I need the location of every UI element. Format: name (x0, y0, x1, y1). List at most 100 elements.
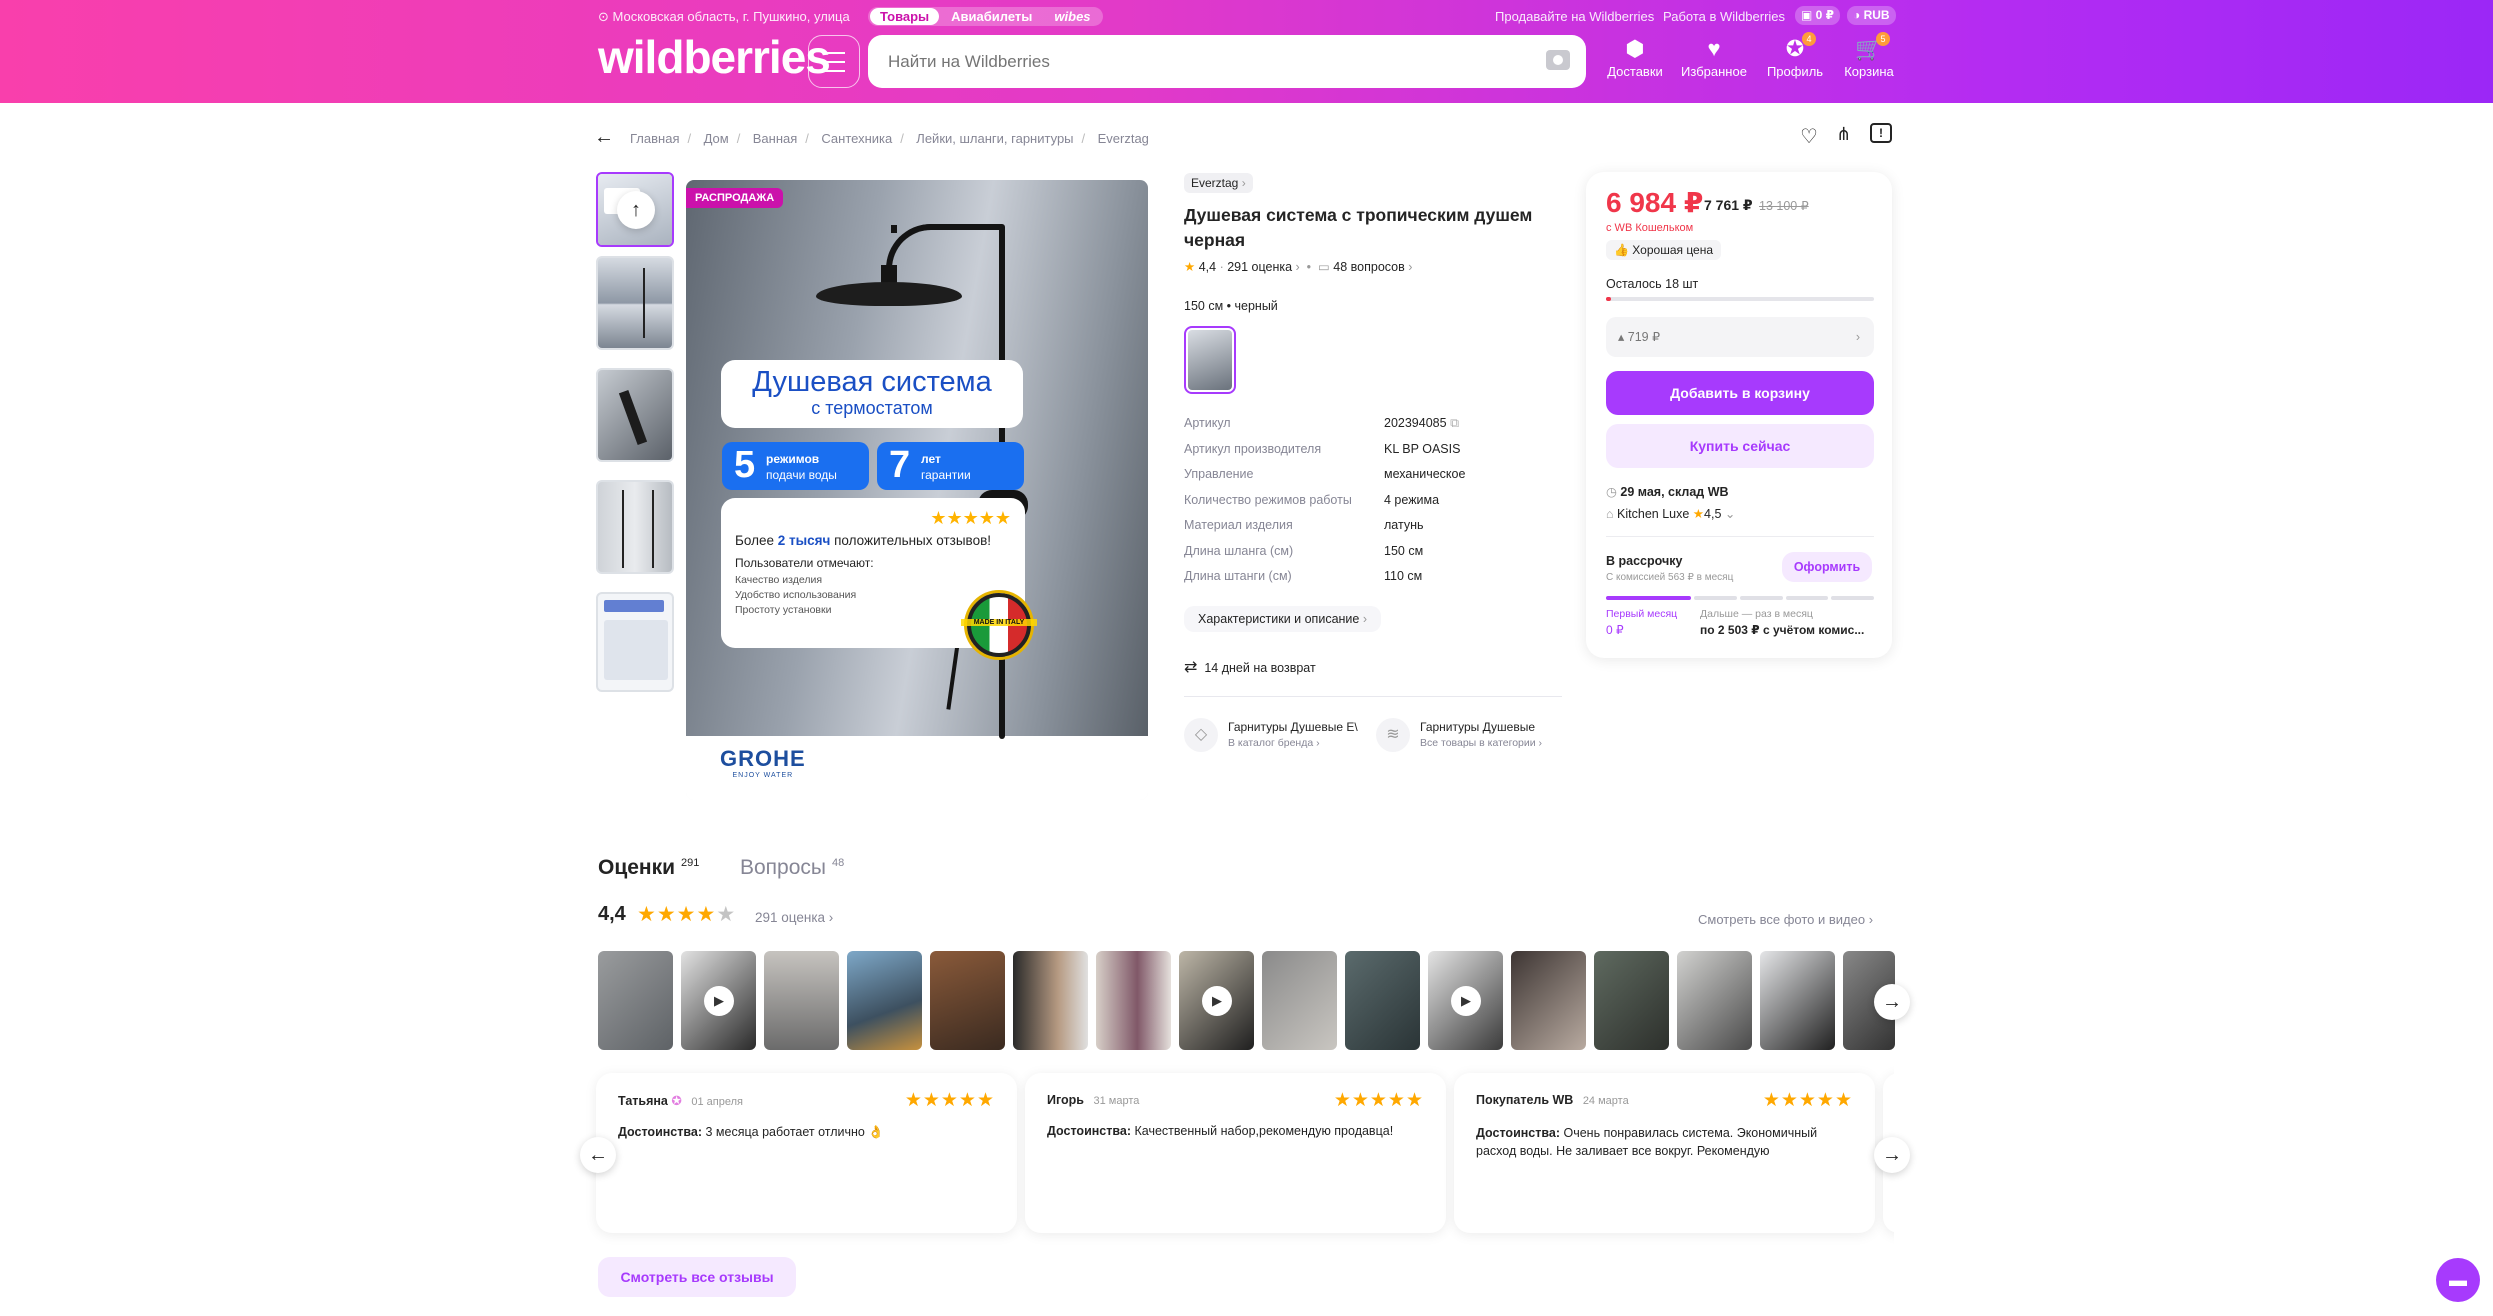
tab-reviews[interactable]: Оценки 291 (598, 856, 699, 880)
balance-badge[interactable]: ▣ 0 ₽ (1795, 6, 1841, 25)
cart-icon: 🛒 5 (1854, 32, 1890, 64)
nav-cart[interactable]: 🛒 5 Корзина (1834, 32, 1904, 79)
buy-now-button[interactable]: Купить сейчас (1606, 424, 1874, 468)
breadcrumb-item[interactable]: Ванная (753, 131, 798, 146)
reviews-prev-arrow-icon[interactable]: ← (580, 1137, 616, 1173)
spec-row: Артикул производителя KL BP OASIS (1184, 441, 1461, 456)
tab-wibes[interactable]: wibes (1044, 8, 1100, 25)
show-all-reviews-button[interactable]: Смотреть все отзывы (598, 1257, 796, 1297)
sell-link[interactable]: Продавайте на Wildberries (1495, 9, 1654, 24)
all-photos-link[interactable]: Смотреть все фото и видео › (1698, 912, 1873, 927)
review-photo[interactable] (930, 951, 1005, 1050)
variant-swatch[interactable] (1184, 326, 1236, 394)
thumbnail-5[interactable] (596, 592, 674, 692)
review-photo[interactable] (598, 951, 673, 1050)
review-card[interactable]: Игорь 31 марта ★★★★★ Достоинства: Качест… (1025, 1073, 1446, 1233)
reviews-next-arrow-icon[interactable]: → (1874, 1137, 1910, 1173)
review-stars-icon: ★★★★★ (904, 1090, 995, 1111)
spec-row: Длина штанги (см) 110 см (1184, 569, 1423, 583)
review-photo[interactable] (1760, 951, 1835, 1050)
category-link[interactable]: ≋ Гарнитуры Душевые Все товары в категор… (1376, 716, 1566, 752)
return-policy[interactable]: ⇄ 14 дней на возврат (1184, 657, 1316, 677)
cart-badge: 5 (1876, 32, 1890, 46)
chevron-right-icon: › (1362, 612, 1368, 626)
jobs-link[interactable]: Работа в Wildberries (1663, 9, 1785, 24)
search-input[interactable] (868, 35, 1468, 88)
nav-deliveries[interactable]: ⬢ Доставки (1600, 34, 1670, 79)
menu-button[interactable] (808, 35, 860, 88)
review-video[interactable]: ▶ (681, 951, 756, 1050)
play-icon: ▶ (704, 986, 734, 1016)
review-photo[interactable] (1594, 951, 1669, 1050)
verified-icon: ✪ (671, 1094, 682, 1108)
delivery-info: ◷ 29 мая, склад WB (1606, 485, 1729, 499)
rating-row[interactable]: ★ 4,4 · 291 оценка › • ▭ 48 вопросов › (1184, 259, 1412, 274)
review-photo[interactable] (1677, 951, 1752, 1050)
stock-bar-fill (1606, 297, 1612, 301)
thumbnail-4[interactable] (596, 480, 674, 574)
clock-icon: ◷ (1606, 485, 1621, 499)
camera-search-icon[interactable] (1546, 50, 1570, 70)
thumbnail-2[interactable] (596, 256, 674, 350)
shop-icon: ⌂ (1606, 507, 1618, 521)
brand-catalog-link[interactable]: ◇ Гарнитуры Душевые E\ В каталог бренда … (1184, 716, 1374, 752)
review-card[interactable]: Татьяна ✪ 01 апреля ★★★★★ Достоинства: 3… (596, 1073, 1017, 1233)
nav-favorites[interactable]: ♥ Избранное (1678, 34, 1750, 79)
brand-chip[interactable]: Everztag › (1184, 173, 1253, 193)
review-video[interactable]: ▶ (1179, 951, 1254, 1050)
tab-goods[interactable]: Товары (870, 8, 940, 25)
specs-button[interactable]: Характеристики и описание › (1184, 606, 1382, 632)
review-photo[interactable] (1262, 951, 1337, 1050)
installment-select[interactable]: ▴ 719 ₽ › (1606, 317, 1874, 357)
copy-icon[interactable]: ⧉ (1450, 416, 1459, 430)
first-month-label: Первый месяц (1606, 608, 1678, 620)
spec-row: Материал изделия латунь (1184, 518, 1424, 532)
review-photo[interactable] (1345, 951, 1420, 1050)
review-photo[interactable] (764, 951, 839, 1050)
nav-profile[interactable]: ✪ 4 Профиль (1760, 32, 1830, 79)
thumbnail-1[interactable]: ↑ (596, 172, 674, 247)
sale-badge: РАСПРОДАЖА (686, 188, 784, 208)
currency-selector[interactable]: ◑ RUB (1847, 6, 1896, 25)
review-photo[interactable] (847, 951, 922, 1050)
specs-table: Артикул 202394085 ⧉ Артикул производителя… (1184, 416, 1465, 595)
stock-label: Осталось 18 шт (1606, 277, 1699, 291)
breadcrumb-item[interactable]: Everztag (1098, 131, 1149, 146)
add-to-cart-button[interactable]: Добавить в корзину (1606, 371, 1874, 415)
return-icon: ⇄ (1184, 659, 1198, 676)
site-logo[interactable]: wildberries (598, 30, 831, 84)
summary-stars-icon: ★★★★★ (637, 903, 737, 926)
divider (1184, 696, 1562, 697)
review-card[interactable]: Покупатель WB 24 марта ★★★★★ Достоинства… (1454, 1073, 1875, 1233)
review-photo[interactable] (1096, 951, 1171, 1050)
seller-info[interactable]: ⌂ Kitchen Luxe ★4,5 ⌄ (1606, 506, 1735, 521)
product-main-image[interactable]: РАСПРОДАЖА Душевая система с термостатом… (686, 180, 1148, 800)
review-photo[interactable] (1511, 951, 1586, 1050)
breadcrumb-item[interactable]: Главная (630, 131, 679, 146)
review-video[interactable]: ▶ (1428, 951, 1503, 1050)
back-arrow-icon[interactable]: ← (594, 126, 614, 149)
photos-next-arrow-icon[interactable]: → (1874, 984, 1910, 1020)
installment-title: В рассрочку (1606, 554, 1683, 568)
warranty-badge: 7 лет гарантии (877, 442, 1024, 490)
scroll-up-arrow-icon[interactable]: ↑ (617, 191, 655, 229)
breadcrumb-item[interactable]: Дом (704, 131, 729, 146)
installment-progress (1606, 596, 1875, 600)
share-icon[interactable]: ⋔ (1836, 124, 1851, 145)
report-icon[interactable]: ! (1870, 123, 1892, 143)
tab-questions[interactable]: Вопросы 48 (740, 856, 844, 880)
installment-apply-button[interactable]: Оформить (1782, 552, 1872, 582)
breadcrumb-item[interactable]: Лейки, шланги, гарнитуры (916, 131, 1073, 146)
tab-flights[interactable]: Авиабилеты (941, 8, 1042, 25)
review-stars-icon: ★★★★★ (1333, 1090, 1424, 1111)
breadcrumb-item[interactable]: Сантехника (821, 131, 892, 146)
wallet-label[interactable]: с WB Кошельком (1606, 222, 1693, 234)
thumbnail-3[interactable] (596, 368, 674, 462)
review-photo[interactable] (1013, 951, 1088, 1050)
favorite-heart-icon[interactable]: ♡ (1800, 124, 1818, 149)
product-title: Душевая система с тропическим душем черна… (1184, 205, 1533, 250)
location-selector[interactable]: ⊙ Московская область, г. Пушкино, улица (598, 9, 850, 25)
profile-badge: 4 (1802, 32, 1816, 46)
summary-count-link[interactable]: 291 оценка › (755, 910, 833, 925)
chat-support-icon[interactable]: ▬ (2436, 1258, 2480, 1302)
